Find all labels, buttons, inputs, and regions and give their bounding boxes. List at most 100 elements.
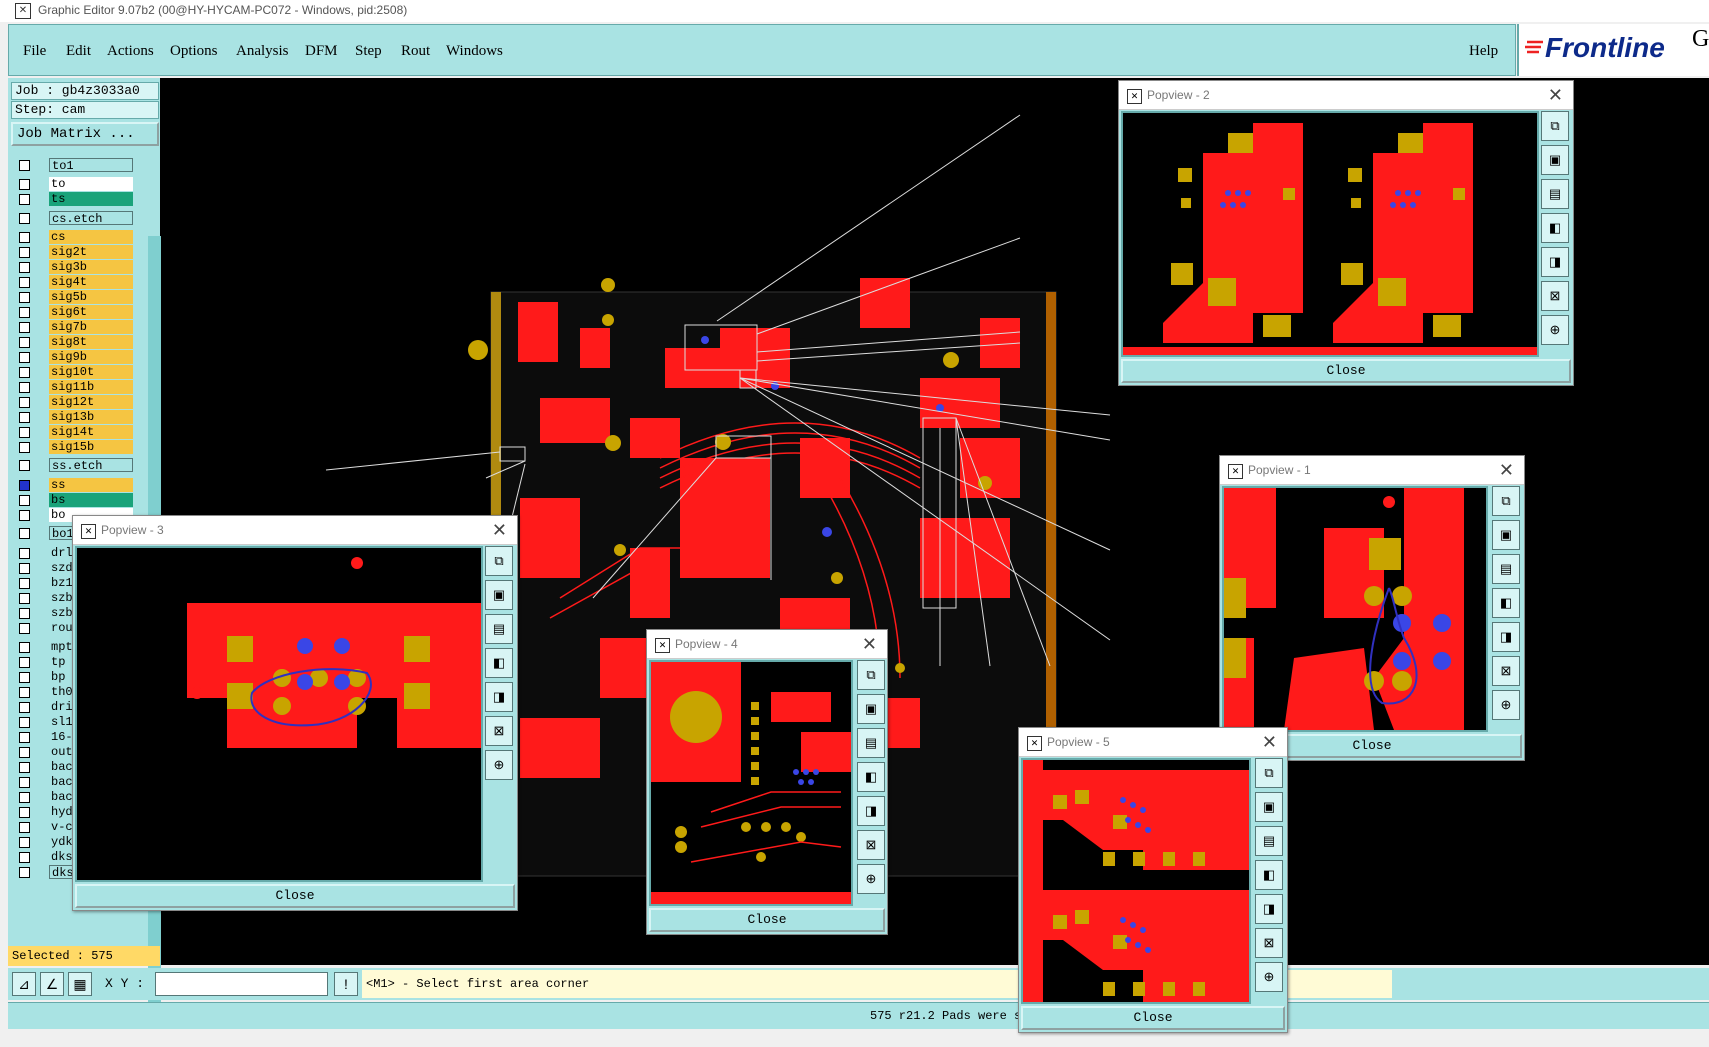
snap-icon[interactable]: ⊿: [12, 972, 36, 996]
layer-row[interactable]: sig13b: [11, 410, 139, 425]
layer-row[interactable]: sig5b: [11, 290, 139, 305]
close-button[interactable]: Close: [649, 908, 885, 932]
menu-rout[interactable]: Rout: [401, 43, 430, 60]
close-icon[interactable]: ✕: [862, 634, 877, 655]
zoom-home-icon[interactable]: ⧉: [1255, 758, 1283, 788]
popview-canvas[interactable]: [1021, 758, 1251, 1004]
zoom-out-icon[interactable]: ▤: [485, 614, 513, 644]
layer-checkbox[interactable]: [19, 672, 30, 683]
layer-name[interactable]: bs: [49, 493, 133, 507]
zoom-in-icon[interactable]: ▣: [485, 580, 513, 610]
layer-checkbox[interactable]: [19, 480, 30, 491]
layer-name[interactable]: sig6t: [49, 305, 133, 319]
layer-checkbox[interactable]: [19, 747, 30, 758]
layer-checkbox[interactable]: [19, 807, 30, 818]
layer-checkbox[interactable]: [19, 717, 30, 728]
zoom-out-icon[interactable]: ▤: [857, 728, 885, 758]
layer-row[interactable]: sig2t: [11, 245, 139, 260]
layer-checkbox[interactable]: [19, 352, 30, 363]
layer-row[interactable]: sig14t: [11, 425, 139, 440]
menu-file[interactable]: File: [23, 43, 46, 60]
layer-row[interactable]: sig10t: [11, 365, 139, 380]
layer-checkbox[interactable]: [19, 608, 30, 619]
layer-row[interactable]: to1: [11, 158, 139, 173]
center-icon[interactable]: ⊕: [857, 864, 885, 894]
close-button[interactable]: Close: [1121, 359, 1571, 383]
job-matrix-button[interactable]: Job Matrix ...: [11, 122, 159, 146]
pan-right-icon[interactable]: ◨: [1541, 247, 1569, 277]
measure-icon[interactable]: ∠: [40, 972, 64, 996]
layer-name[interactable]: sig15b: [49, 440, 133, 454]
close-icon[interactable]: ✕: [1548, 85, 1563, 106]
layer-checkbox[interactable]: [19, 307, 30, 318]
layer-row[interactable]: sig12t: [11, 395, 139, 410]
layer-checkbox[interactable]: [19, 642, 30, 653]
layer-row[interactable]: cs.etch: [11, 211, 139, 226]
xy-input[interactable]: [155, 972, 328, 996]
center-icon[interactable]: ⊕: [1255, 962, 1283, 992]
popview-2-window[interactable]: ✕ Popview - 2 ✕ ⧉ ▣ ▤ ◧ ◨ ⊠ ⊕ Close: [1118, 80, 1574, 386]
popview-1-window[interactable]: ✕ Popview - 1 ✕ ⧉ ▣ ▤ ◧ ◨ ⊠ ⊕ Close: [1219, 455, 1525, 761]
layer-checkbox[interactable]: [19, 687, 30, 698]
pan-right-icon[interactable]: ◨: [485, 682, 513, 712]
popview-title-bar[interactable]: ✕ Popview - 4 ✕: [647, 630, 887, 659]
zoom-in-icon[interactable]: ▣: [1255, 792, 1283, 822]
zoom-home-icon[interactable]: ⧉: [485, 546, 513, 576]
fit-icon[interactable]: ⊠: [1541, 281, 1569, 311]
layer-name[interactable]: cs.etch: [49, 211, 133, 226]
layer-checkbox[interactable]: [19, 194, 30, 205]
center-icon[interactable]: ⊕: [1492, 690, 1520, 720]
close-button[interactable]: Close: [75, 884, 515, 908]
layer-checkbox[interactable]: [19, 777, 30, 788]
menu-step[interactable]: Step: [355, 43, 382, 60]
layer-row[interactable]: sig3b: [11, 260, 139, 275]
layer-checkbox[interactable]: [19, 822, 30, 833]
popview-canvas[interactable]: [649, 660, 853, 906]
center-icon[interactable]: ⊕: [1541, 315, 1569, 345]
pan-right-icon[interactable]: ◨: [857, 796, 885, 826]
layer-name[interactable]: sig5b: [49, 290, 133, 304]
center-icon[interactable]: ⊕: [485, 750, 513, 780]
zoom-in-icon[interactable]: ▣: [1492, 520, 1520, 550]
layer-checkbox[interactable]: [19, 337, 30, 348]
layer-checkbox[interactable]: [19, 213, 30, 224]
menu-analysis[interactable]: Analysis: [236, 43, 289, 60]
layer-row[interactable]: sig8t: [11, 335, 139, 350]
popview-title-bar[interactable]: ✕ Popview - 1 ✕: [1220, 456, 1524, 485]
zoom-out-icon[interactable]: ▤: [1492, 554, 1520, 584]
layer-checkbox[interactable]: [19, 412, 30, 423]
zoom-in-icon[interactable]: ▣: [1541, 145, 1569, 175]
layer-checkbox[interactable]: [19, 762, 30, 773]
zoom-in-icon[interactable]: ▣: [857, 694, 885, 724]
layer-checkbox[interactable]: [19, 442, 30, 453]
layer-name[interactable]: sig8t: [49, 335, 133, 349]
pan-left-icon[interactable]: ◧: [857, 762, 885, 792]
fit-icon[interactable]: ⊠: [857, 830, 885, 860]
layer-checkbox[interactable]: [19, 593, 30, 604]
layer-checkbox[interactable]: [19, 277, 30, 288]
layer-name[interactable]: cs: [49, 230, 133, 244]
layer-checkbox[interactable]: [19, 179, 30, 190]
layer-checkbox[interactable]: [19, 792, 30, 803]
layer-checkbox[interactable]: [19, 322, 30, 333]
layer-name[interactable]: sig4t: [49, 275, 133, 289]
layer-checkbox[interactable]: [19, 837, 30, 848]
zoom-home-icon[interactable]: ⧉: [857, 660, 885, 690]
popview-canvas[interactable]: [1222, 486, 1488, 732]
layer-checkbox[interactable]: [19, 702, 30, 713]
popview-title-bar[interactable]: ✕ Popview - 5 ✕: [1019, 728, 1287, 757]
layer-checkbox[interactable]: [19, 852, 30, 863]
close-icon[interactable]: ✕: [1499, 460, 1514, 481]
layer-row[interactable]: ss: [11, 478, 139, 493]
layer-name[interactable]: ss: [49, 478, 133, 492]
pan-left-icon[interactable]: ◧: [485, 648, 513, 678]
layer-row[interactable]: sig4t: [11, 275, 139, 290]
pan-left-icon[interactable]: ◧: [1541, 213, 1569, 243]
close-button[interactable]: Close: [1021, 1006, 1285, 1030]
menu-windows[interactable]: Windows: [446, 43, 503, 60]
layer-checkbox[interactable]: [19, 397, 30, 408]
pan-right-icon[interactable]: ◨: [1255, 894, 1283, 924]
zoom-home-icon[interactable]: ⧉: [1541, 111, 1569, 141]
layer-name[interactable]: sig7b: [49, 320, 133, 334]
layer-checkbox[interactable]: [19, 548, 30, 559]
